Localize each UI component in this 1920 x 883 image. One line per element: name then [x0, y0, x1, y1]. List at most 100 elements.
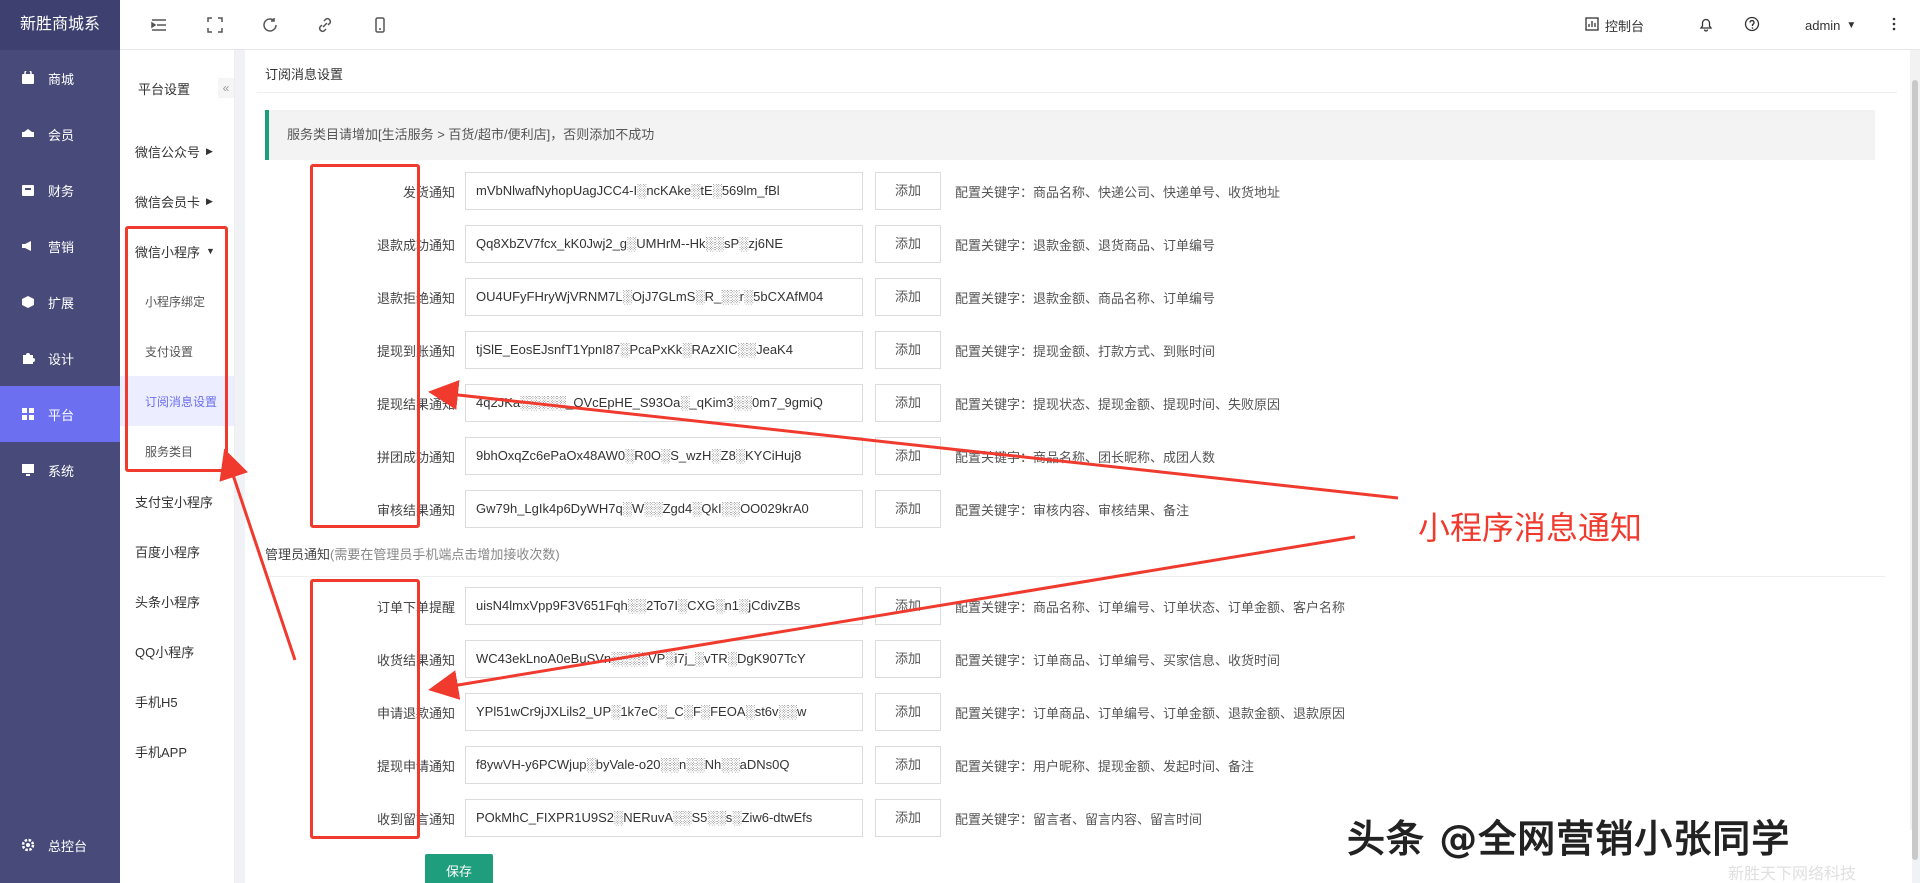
megaphone-icon — [20, 238, 36, 254]
mobile-preview-icon[interactable] — [371, 16, 389, 34]
template-id-input[interactable]: POkMhC_FIXPR1U9S2░NERuvA░░S5░░s░Ziw6-dtw… — [465, 799, 863, 837]
console-link[interactable]: 控制台 — [1585, 0, 1644, 50]
save-button[interactable]: 保存 — [425, 854, 493, 883]
caret-right-icon: ▶ — [206, 145, 213, 156]
main-sidebar: 新胜商城系 商城 会员 财务 营销 扩展 设计 平台 系统 总控台 — [0, 0, 120, 883]
grid-icon — [20, 406, 36, 422]
divider — [265, 576, 1885, 577]
username: admin — [1805, 17, 1841, 33]
caret-right-icon: ▶ — [206, 195, 213, 206]
annotation-box-admin-labels — [310, 579, 420, 839]
sidebar-item-megaphone[interactable]: 营销 — [0, 218, 120, 274]
keywords-hint: 配置关键字：审核内容、审核结果、备注 — [955, 503, 1190, 518]
cube-icon — [20, 294, 36, 310]
template-row: 退款成功通知 Qq8XbZV7fcx_kK0Jwj2_g░UMHrM--Hk░░s… — [265, 225, 1665, 263]
submenu-baidu[interactable]: 百度小程序 — [120, 526, 234, 576]
submenu-qq[interactable]: QQ小程序 — [120, 626, 234, 676]
template-row: 订单下单提醒 uisN4lmxVpp9F3V651Fqh░░2To7I░CXG░n… — [265, 587, 1665, 625]
submenu-toutiao[interactable]: 头条小程序 — [120, 576, 234, 626]
finance-icon — [20, 182, 36, 198]
member-icon — [20, 126, 36, 142]
sidebar-item-cube[interactable]: 扩展 — [0, 274, 120, 330]
add-button[interactable]: 添加 — [875, 384, 941, 422]
submenu-wechat-public[interactable]: 微信公众号 ▶ — [120, 126, 234, 176]
category-notice: 服务类目请增加[生活服务 > 百货/超市/便利店]，否则添加不成功 — [265, 110, 1875, 160]
template-row: 发货通知 mVbNlwafNyhopUagJCC4-I░ncKAke░tE░569… — [265, 172, 1665, 210]
template-id-input[interactable]: mVbNlwafNyhopUagJCC4-I░ncKAke░tE░569lm_f… — [465, 172, 863, 210]
menu-toggle-icon[interactable] — [150, 16, 168, 34]
page-title: 订阅消息设置 — [265, 67, 344, 82]
more-vertical-icon[interactable] — [1891, 16, 1909, 34]
template-id-input[interactable]: uisN4lmxVpp9F3V651Fqh░░2To7I░CXG░n1░jCdi… — [465, 587, 863, 625]
add-button[interactable]: 添加 — [875, 278, 941, 316]
template-id-input[interactable]: Gw79h_LgIk4p6DyWH7q░W░░Zgd4░QkI░░OO029kr… — [465, 490, 863, 528]
template-id-input[interactable]: f8ywVH-y6PCWjup░byVale-o20░░n░░Nh░░aDNs0… — [465, 746, 863, 784]
sidebar-item-monitor[interactable]: 系统 — [0, 442, 120, 498]
keywords-hint: 配置关键字：提现状态、提现金额、提现时间、失败原因 — [955, 397, 1281, 412]
template-id-input[interactable]: 9bhOxqZc6ePaOx48AW0░R0O░S_wzH░Z8░KYCiHuj… — [465, 437, 863, 475]
submenu-label: 微信公众号 — [135, 144, 201, 160]
add-button[interactable]: 添加 — [875, 746, 941, 784]
add-button[interactable]: 添加 — [875, 225, 941, 263]
sidebar-item-finance[interactable]: 财务 — [0, 162, 120, 218]
collapse-icon[interactable]: « — [218, 78, 234, 98]
bell-icon[interactable] — [1698, 16, 1716, 34]
keywords-hint: 配置关键字：订单商品、订单编号、订单金额、退款金额、退款原因 — [955, 706, 1346, 721]
submenu-wechat-card[interactable]: 微信会员卡 ▶ — [120, 176, 234, 226]
keywords-hint: 配置关键字：留言者、留言内容、留言时间 — [955, 812, 1203, 827]
template-row: 退款拒绝通知 OU4UFyFHryWjVRNM7L░OjJ7GLmS░R_░░r░… — [265, 278, 1665, 316]
keywords-hint: 配置关键字：退款金额、商品名称、订单编号 — [955, 291, 1216, 306]
template-id-input[interactable]: WC43ekLnoA0eBuSVn░░░░VP░i7j_░vTR░DgK907T… — [465, 640, 863, 678]
template-row: 提现到账通知 tjSlE_EosEJsnfT1YpnI87░PcaPxKk░RAz… — [265, 331, 1665, 369]
template-id-input[interactable]: OU4UFyFHryWjVRNM7L░OjJ7GLmS░R_░░r░5bCXAf… — [465, 278, 863, 316]
annotation-label: 小程序消息通知 — [1418, 509, 1643, 547]
sidebar-item-label: 营销 — [48, 239, 75, 255]
console-label: 控制台 — [1605, 18, 1645, 34]
submenu-alipay[interactable]: 支付宝小程序 — [120, 476, 234, 526]
add-button[interactable]: 添加 — [875, 490, 941, 528]
divider — [257, 92, 1897, 93]
template-row: 申请退款通知 YPl51wCr9jJXLils2_UP░1k7eC░_C░F░FE… — [265, 693, 1665, 731]
sidebar-item-label: 扩展 — [48, 295, 75, 311]
link-icon[interactable] — [316, 16, 334, 34]
keywords-hint: 配置关键字：商品名称、快递公司、快递单号、收货地址 — [955, 185, 1281, 200]
sidebar-item-label: 会员 — [48, 127, 75, 143]
submenu-h5[interactable]: 手机H5 — [120, 676, 234, 726]
sidebar-item-grid[interactable]: 平台 — [0, 386, 120, 442]
template-id-input[interactable]: Qq8XbZV7fcx_kK0Jwj2_g░UMHrM--Hk░░sP░zj6N… — [465, 225, 863, 263]
dashboard-icon — [1585, 16, 1599, 34]
template-id-input[interactable]: YPl51wCr9jJXLils2_UP░1k7eC░_C░F░FEOA░st6… — [465, 693, 863, 731]
add-button[interactable]: 添加 — [875, 587, 941, 625]
admin-section-label: 管理员通知 — [265, 547, 331, 562]
help-icon[interactable] — [1744, 16, 1762, 34]
caret-down-icon: ▼ — [1846, 19, 1857, 31]
add-button[interactable]: 添加 — [875, 640, 941, 678]
template-id-input[interactable]: 4q2JKa░░░░░_OVcEpHE_S93Oa░_qKim3░░0m7_9g… — [465, 384, 863, 422]
user-menu[interactable]: admin ▼ — [1805, 0, 1856, 50]
scrollbar-thumb[interactable] — [1912, 80, 1918, 860]
add-button[interactable]: 添加 — [875, 172, 941, 210]
shop-icon — [20, 70, 36, 86]
puzzle-icon — [20, 350, 36, 366]
fullscreen-icon[interactable] — [206, 16, 224, 34]
keywords-hint: 配置关键字：商品名称、订单编号、订单状态、订单金额、客户名称 — [955, 600, 1346, 615]
sidebar-item-puzzle[interactable]: 设计 — [0, 330, 120, 386]
add-button[interactable]: 添加 — [875, 437, 941, 475]
template-row: 收货结果通知 WC43ekLnoA0eBuSVn░░░░VP░i7j_░vTR░D… — [265, 640, 1665, 678]
scrollbar[interactable] — [1910, 50, 1920, 860]
add-button[interactable]: 添加 — [875, 331, 941, 369]
add-button[interactable]: 添加 — [875, 693, 941, 731]
admin-section-title: 管理员通知(需要在管理员手机端点击增加接收次数) — [265, 544, 560, 563]
submenu-app[interactable]: 手机APP — [120, 726, 234, 776]
sidebar-item-label: 财务 — [48, 183, 75, 199]
template-row: 提现申请通知 f8ywVH-y6PCWjup░byVale-o20░░n░░Nh░… — [265, 746, 1665, 784]
template-id-input[interactable]: tjSlE_EosEJsnfT1YpnI87░PcaPxKk░RAzXIC░░J… — [465, 331, 863, 369]
sidebar-item-label: 系统 — [48, 463, 75, 479]
sidebar-item-console[interactable]: 总控台 — [0, 817, 120, 873]
top-bar: 控制台 admin ▼ — [120, 0, 1920, 50]
sidebar-item-shop[interactable]: 商城 — [0, 50, 120, 106]
sidebar-item-label: 商城 — [48, 71, 75, 87]
sidebar-item-member[interactable]: 会员 — [0, 106, 120, 162]
add-button[interactable]: 添加 — [875, 799, 941, 837]
refresh-icon[interactable] — [261, 16, 279, 34]
